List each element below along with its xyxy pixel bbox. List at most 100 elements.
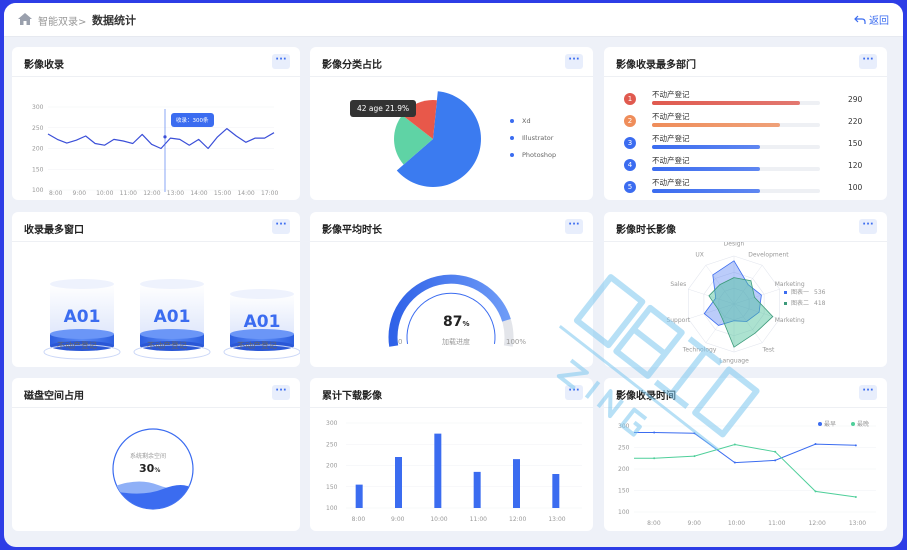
x-tick-label: 10:00 — [728, 520, 745, 527]
series-point — [693, 455, 696, 458]
y-tick-label: 150 — [618, 488, 630, 495]
back-label: 返回 — [869, 16, 889, 27]
window-label: 不动产登记 — [147, 341, 187, 350]
card-total-downloads: 累计下载影像 ··· 300 250 200 150 100 8:00 9:00 10:00 1… — [310, 378, 593, 531]
legend-label: 最晚 — [857, 420, 869, 428]
rank-label: 不动产登记 — [652, 134, 690, 143]
x-tick-label: 10:00 — [96, 190, 113, 197]
legend-dot — [851, 422, 855, 426]
radar-axis-label: Development — [748, 252, 789, 259]
y-tick-label: 200 — [618, 466, 630, 473]
bar — [395, 457, 402, 508]
card-header: 影像收录时间 ··· — [604, 378, 887, 408]
more-menu-button[interactable]: ··· — [565, 219, 583, 234]
y-tick-label: 250 — [32, 125, 44, 132]
radar-axis-label: Design — [724, 242, 745, 247]
line-chart-tooltip: 收录：300条 — [171, 113, 214, 127]
x-tick-label: 8:00 — [49, 190, 63, 197]
series-point — [814, 490, 817, 493]
rank-badge: 1 — [624, 93, 636, 105]
window-label: 不动产登记 — [57, 341, 97, 350]
radar-axis-label: UX — [695, 252, 704, 259]
more-menu-button[interactable]: ··· — [859, 385, 877, 400]
x-tick-label: 8:00 — [647, 520, 661, 527]
ranking-row[interactable]: 2 不动产登记 220 — [624, 111, 874, 131]
radar-legend-name: 图表一 — [791, 288, 809, 296]
x-tick-label: 13:00 — [849, 520, 866, 527]
card-top-windows: 收录最多窗口 ··· A01 不动产登记 A01 不动产登记 A01 不动产登记 — [12, 212, 300, 367]
series-point — [653, 457, 656, 460]
dual-line-chart: 300 250 200 150 100 8:00 9:00 10:00 11:00 12:00 13… — [618, 420, 876, 527]
more-menu-button[interactable]: ··· — [859, 219, 877, 234]
back-button[interactable]: 返回 — [854, 12, 889, 27]
bar — [552, 474, 560, 508]
window-item[interactable]: A01 不动产登记 — [42, 242, 121, 360]
more-menu-button[interactable]: ··· — [272, 54, 290, 69]
more-menu-button[interactable]: ··· — [272, 385, 290, 400]
radar-legend-value: 536 — [814, 289, 826, 296]
bar — [513, 459, 520, 508]
pie-legend-item[interactable]: Xd — [510, 117, 531, 125]
window-code: A01 — [154, 307, 191, 327]
more-menu-button[interactable]: ··· — [859, 54, 877, 69]
card-header: 收录最多窗口 ··· — [12, 212, 300, 242]
more-menu-button[interactable]: ··· — [272, 219, 290, 234]
series-point — [733, 443, 736, 446]
rank-value: 290 — [848, 95, 863, 104]
card-header: 影像平均时长 ··· — [310, 212, 593, 242]
window-item[interactable]: A01 不动产登记 — [132, 242, 211, 360]
series-point — [854, 495, 857, 498]
window-code: A01 — [244, 312, 281, 332]
window-label: 不动产登记 — [237, 341, 277, 350]
window-cylinder-icon: A01 — [133, 279, 211, 360]
x-tick-label: 13:00 — [548, 516, 565, 523]
x-tick-label: 15:00 — [214, 190, 231, 197]
legend-dot — [510, 153, 514, 157]
bar — [473, 471, 481, 508]
ranking-row[interactable]: 4 不动产登记 120 — [624, 155, 874, 175]
window-cylinder-icon: A01 — [43, 279, 121, 360]
radar-axis-label: Test — [762, 346, 775, 353]
window-cylinder-icon: A01 — [223, 289, 300, 360]
card-title: 收录最多窗口 — [24, 225, 84, 236]
pie-legend-item[interactable]: Photoshop — [510, 151, 556, 159]
series-line — [47, 128, 275, 150]
card-category-share: 影像分类占比 ··· 42 age 21.9% Xd Illustrator P… — [310, 47, 593, 200]
x-tick-label: 11:00 — [470, 516, 487, 523]
back-arrow-icon — [854, 15, 866, 24]
more-menu-button[interactable]: ··· — [565, 385, 583, 400]
gauge-value: 87% — [443, 314, 470, 330]
home-icon[interactable] — [17, 12, 33, 26]
radar-axis-label: Technology — [682, 346, 717, 353]
radar-axis-label: Language — [719, 358, 749, 365]
x-tick-label: 12:00 — [143, 190, 160, 197]
ranking-row[interactable]: 5 不动产登记 100 — [624, 177, 874, 197]
ranking-row[interactable]: 3 不动产登记 150 — [624, 133, 874, 153]
rank-label: 不动产登记 — [652, 90, 690, 99]
gauge-label: 加载进度 — [442, 338, 470, 346]
legend-dot — [510, 119, 514, 123]
card-title: 累计下载影像 — [322, 391, 382, 402]
gauge-max: 100% — [506, 338, 527, 346]
card-header: 影像收录 ··· — [12, 47, 300, 77]
ranking-row[interactable]: 1 不动产登记 290 — [624, 89, 874, 109]
rank-bar-track — [652, 101, 820, 105]
pie-legend-item[interactable]: Illustrator — [510, 134, 553, 142]
more-menu-button[interactable]: ··· — [565, 54, 583, 69]
window-item[interactable]: A01 不动产登记 — [222, 242, 300, 360]
legend-dot — [818, 422, 822, 426]
pie-tooltip: 42 age 21.9% — [350, 100, 417, 117]
card-disk-usage: 磁盘空间占用 ··· 系统剩余空间 30% — [12, 378, 300, 531]
y-tick-label: 100 — [32, 187, 44, 194]
x-tick-label: 8:00 — [352, 516, 366, 523]
x-tick-label: 12:00 — [509, 516, 526, 523]
rank-bar-fill — [652, 189, 760, 193]
card-title: 影像平均时长 — [322, 225, 382, 236]
breadcrumb-root[interactable]: 智能双录> — [38, 13, 86, 28]
y-tick-label: 100 — [618, 509, 630, 516]
rank-value: 120 — [848, 161, 863, 170]
radar-legend-name: 图表二 — [791, 299, 809, 307]
rank-bar-fill — [652, 167, 760, 171]
card-duration-radar: 影像时长影像 ··· Design Development Marketing Mar… — [604, 212, 887, 367]
app-frame: 智能双录> 数据统计 返回 影像收录 ··· 300 250 200 150 100 8:… — [4, 3, 903, 547]
